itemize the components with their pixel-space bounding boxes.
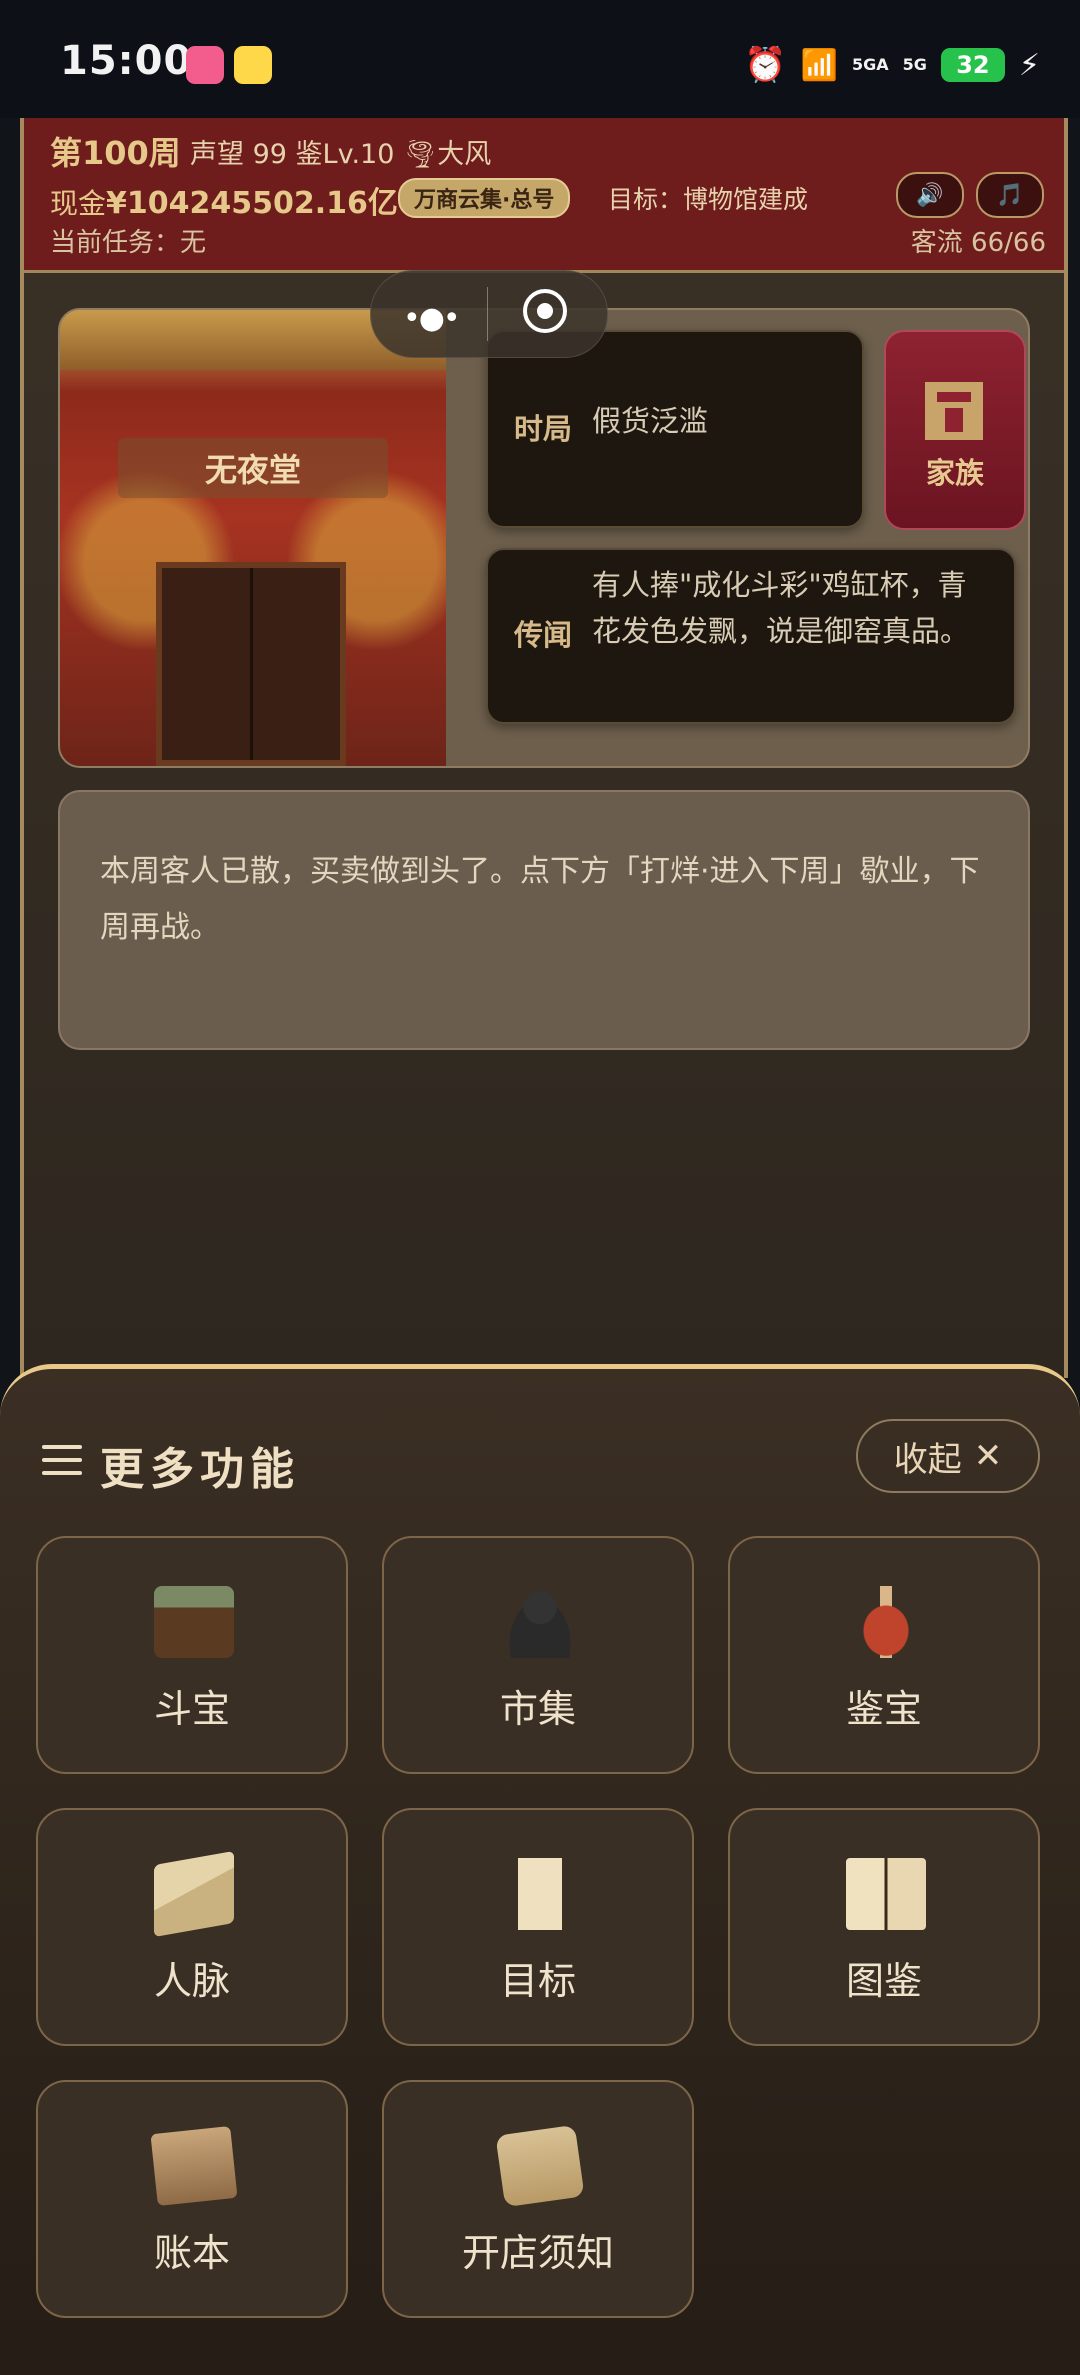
function-tile-contacts[interactable]: 人脉 — [36, 1808, 348, 2046]
menu-icon — [42, 1445, 82, 1475]
clan-house-icon — [925, 382, 983, 440]
shop-front-image: 无夜堂 — [60, 310, 446, 766]
function-tile-ledger[interactable]: 账本 — [36, 2080, 348, 2318]
shop-name-plaque: 无夜堂 — [118, 438, 388, 498]
situation-label: 时局 — [514, 412, 573, 446]
signal-5g-icon: 5G — [902, 55, 927, 74]
collapse-label: 收起 — [893, 1439, 962, 1480]
function-tile-goals[interactable]: 目标 — [382, 1808, 694, 2046]
letters-icon — [154, 1850, 234, 1938]
rumor-label: 传闻 — [514, 618, 573, 652]
cash-display: 现金¥104245502.16亿 — [50, 178, 398, 222]
function-tile-market[interactable]: 市集 — [382, 1536, 694, 1774]
ledger-icon — [150, 2126, 238, 2206]
function-label: 图鉴 — [845, 1959, 922, 2003]
situation-tile: 时局 假货泛滥 — [486, 330, 864, 528]
collapse-button[interactable]: 收起 ✕ — [856, 1419, 1040, 1493]
function-tile-appraise[interactable]: 鉴宝 — [728, 1536, 1040, 1774]
function-label: 斗宝 — [153, 1687, 230, 1731]
music-toggle-button[interactable]: 🎵 — [976, 172, 1044, 218]
function-tile-doubao[interactable]: 斗宝 — [36, 1536, 348, 1774]
sound-toggle-button[interactable]: 🔊 — [896, 172, 964, 218]
function-tile-catalog[interactable]: 图鉴 — [728, 1808, 1040, 2046]
alarm-icon: ⏰ — [744, 45, 787, 85]
battery-indicator: 32 — [940, 48, 1005, 82]
function-label: 目标 — [499, 1959, 576, 2003]
reputation-stats: 声望 99 鉴Lv.10 🌪大风 — [190, 139, 492, 170]
merchant-icon — [500, 1586, 580, 1658]
situation-value: 假货泛滥 — [592, 404, 709, 438]
charging-icon: ⚡ — [1018, 47, 1040, 83]
customer-flow: 客流 66/66 — [910, 228, 1046, 258]
cash-value: ¥104245502.16亿 — [106, 186, 398, 221]
message-text: 本周客人已散，买卖做到头了。点下方「打烊·进入下周」歇业，下周再战。 — [100, 854, 980, 945]
family-label: 家族 — [925, 456, 984, 490]
wifi-icon: 📶 — [800, 47, 838, 83]
function-label: 人脉 — [153, 1959, 230, 2003]
treasure-chest-icon — [154, 1586, 234, 1658]
status-right: ⏰ 📶 5GA 5G 32 ⚡ — [744, 40, 1040, 90]
close-icon: ✕ — [973, 1436, 1003, 1476]
function-label: 开店须知 — [461, 2231, 614, 2275]
status-bar: 15:00 ⏰ 📶 5GA 5G 32 ⚡ — [0, 0, 1080, 118]
rumor-tile: 传闻 有人捧"成化斗彩"鸡缸杯，青花发色发飘，说是御窑真品。 — [486, 548, 1016, 724]
scroll-icon — [500, 1858, 580, 1930]
function-label: 鉴宝 — [845, 1687, 922, 1731]
book-icon — [846, 1858, 926, 1930]
shop-door — [156, 562, 346, 766]
function-label: 市集 — [499, 1687, 576, 1731]
vase-icon — [846, 1586, 926, 1658]
notification-app-icon — [234, 46, 272, 84]
title-badge[interactable]: 万商云集·总号 — [398, 178, 571, 218]
current-task: 当前任务：无 — [50, 228, 207, 258]
map-scroll-icon — [495, 2124, 585, 2208]
function-label: 账本 — [153, 2231, 230, 2275]
music-note-icon: 🎵 — [996, 182, 1024, 208]
miniprogram-capsule: •●• — [370, 270, 608, 358]
more-options-icon[interactable]: •●• — [403, 301, 461, 336]
sheet-title: 更多功能 — [100, 1444, 300, 1495]
week-counter: 第100周 — [50, 134, 181, 172]
close-miniprogram-icon[interactable] — [523, 289, 567, 333]
message-card: 本周客人已散，买卖做到头了。点下方「打烊·进入下周」歇业，下周再战。 — [58, 790, 1030, 1050]
speaker-icon: 🔊 — [916, 182, 944, 208]
goal-text: 目标：博物馆建成 — [608, 185, 809, 214]
signal-5ga-icon: 5GA — [852, 55, 889, 74]
capsule-divider — [487, 287, 488, 341]
function-tile-shop-guide[interactable]: 开店须知 — [382, 2080, 694, 2318]
status-time: 15:00 — [60, 38, 193, 84]
family-button[interactable]: 家族 — [884, 330, 1026, 530]
top-info-header: 第100周 声望 99 鉴Lv.10 🌪大风 现金¥104245502.16亿 … — [24, 118, 1064, 273]
more-functions-sheet: 更多功能 收起 ✕ 斗宝 市集 鉴宝 人脉 目标 图鉴 账本 开店须知 — [0, 1364, 1080, 2375]
cash-label: 现金 — [50, 187, 107, 220]
bilibili-app-icon — [186, 46, 224, 84]
rumor-text: 有人捧"成化斗彩"鸡缸杯，青花发色发飘，说是御窑真品。 — [592, 568, 970, 648]
shop-info-card: 无夜堂 时局 假货泛滥 家族 传闻 有人捧"成化斗彩"鸡缸杯，青花发色发飘，说是… — [58, 308, 1030, 768]
